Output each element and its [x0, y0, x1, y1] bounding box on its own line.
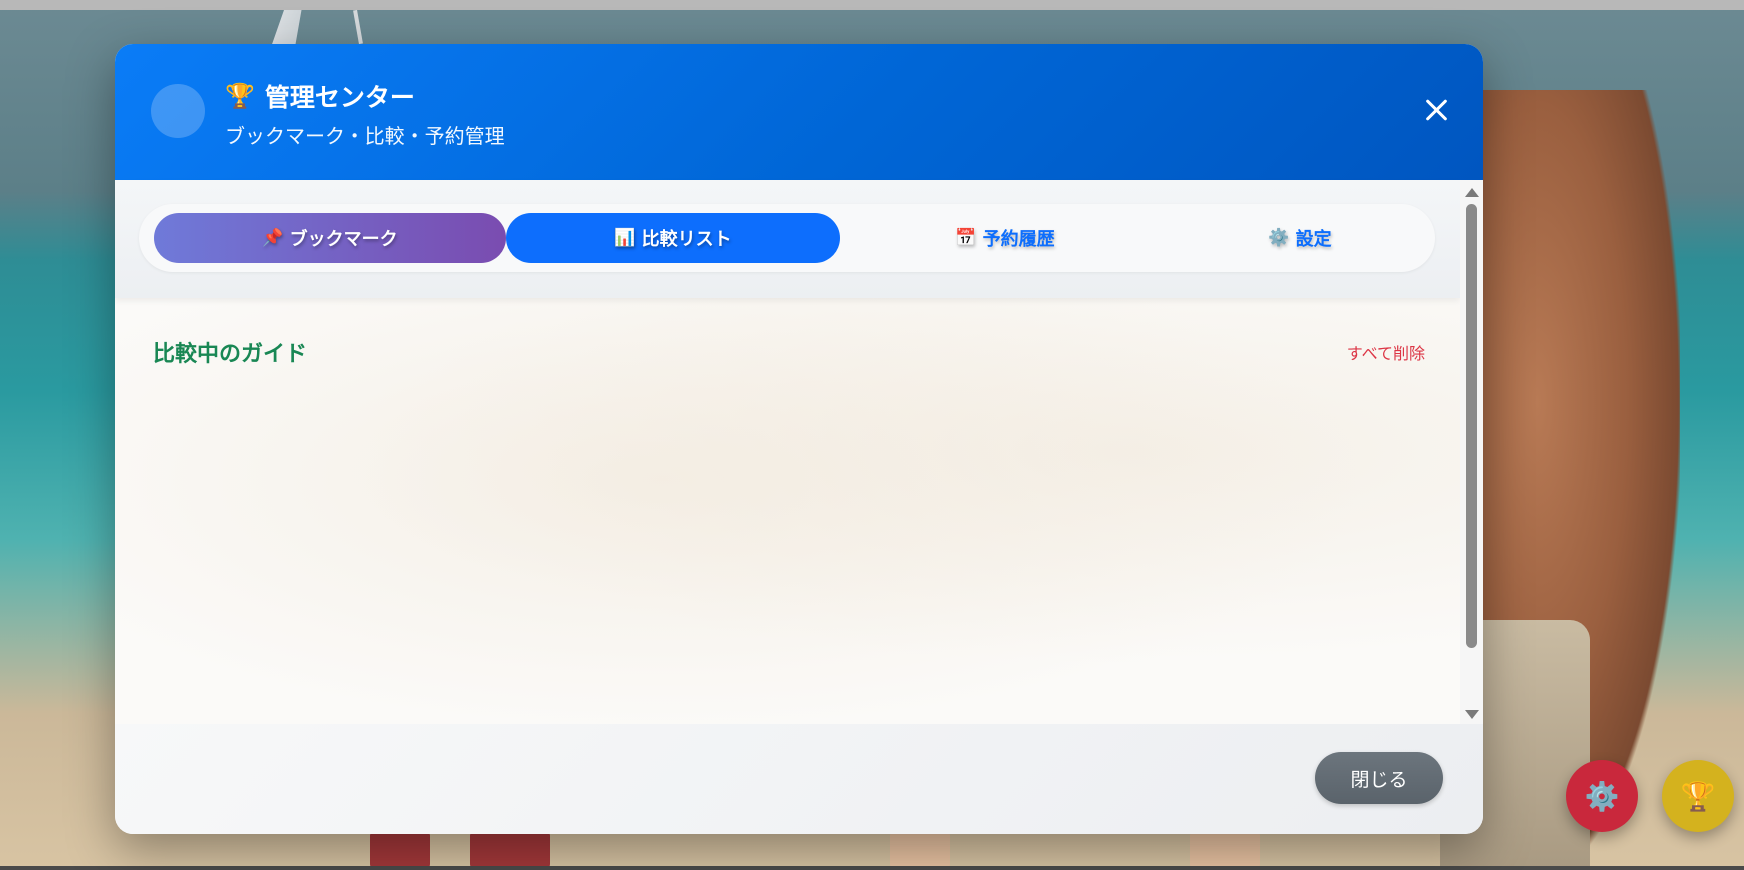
gear-icon: ⚙️: [1268, 227, 1290, 248]
trophy-icon: 🏆: [1680, 779, 1716, 813]
background-leg: [1190, 830, 1260, 870]
tab-label: 比較リスト: [641, 229, 732, 250]
scroll-up-arrow-icon[interactable]: [1465, 188, 1479, 197]
background-leg: [470, 830, 550, 870]
background-leg: [370, 830, 430, 870]
floating-settings-button[interactable]: ⚙️: [1566, 760, 1638, 832]
tab-label: 設定: [1295, 229, 1332, 250]
gear-icon: ⚙️: [1584, 779, 1620, 813]
header-avatar: [151, 84, 205, 138]
calendar-icon: 📅: [955, 227, 977, 248]
modal-title-text: 管理センター: [264, 83, 415, 112]
clear-all-button[interactable]: すべて削除: [1325, 340, 1425, 364]
management-modal: 🏆 管理センター ブックマーク・比較・予約管理 📌 ブックマーク 📊 比較リスト…: [115, 44, 1483, 834]
modal-title: 🏆 管理センター: [225, 78, 415, 114]
tabs-band: 📌 ブックマーク 📊 比較リスト 📅 予約履歴 ⚙️ 設定: [115, 180, 1460, 298]
modal-footer: 閉じる: [115, 724, 1483, 834]
scrollbar-thumb[interactable]: [1466, 204, 1477, 648]
scroll-down-arrow-icon[interactable]: [1465, 710, 1479, 719]
bar-chart-icon: 📊: [614, 227, 636, 248]
floating-trophy-button[interactable]: 🏆: [1662, 760, 1734, 832]
tab-booking-history[interactable]: 📅 予約履歴: [840, 213, 1170, 263]
tab-label: ブックマーク: [289, 229, 398, 250]
modal-body: 📌 ブックマーク 📊 比較リスト 📅 予約履歴 ⚙️ 設定 比較中のガイド すべ…: [115, 180, 1483, 724]
background-leg: [890, 830, 950, 870]
tab-label: 予約履歴: [982, 229, 1055, 250]
tab-settings[interactable]: ⚙️ 設定: [1170, 213, 1430, 263]
browser-top-strip: [0, 0, 1744, 10]
trophy-icon: 🏆: [225, 82, 255, 110]
tab-bookmarks[interactable]: 📌 ブックマーク: [154, 213, 506, 263]
pushpin-icon: 📌: [262, 227, 284, 248]
compare-section-title: 比較中のガイド: [153, 342, 308, 367]
scrollbar[interactable]: [1460, 180, 1483, 724]
close-icon[interactable]: [1423, 96, 1451, 124]
close-button[interactable]: 閉じる: [1315, 752, 1443, 804]
browser-bottom-strip: [0, 866, 1744, 870]
tab-bar: 📌 ブックマーク 📊 比較リスト 📅 予約履歴 ⚙️ 設定: [139, 204, 1435, 272]
modal-subtitle: ブックマーク・比較・予約管理: [225, 124, 505, 148]
modal-header: 🏆 管理センター ブックマーク・比較・予約管理: [115, 44, 1483, 180]
tab-compare-list[interactable]: 📊 比較リスト: [506, 213, 840, 263]
